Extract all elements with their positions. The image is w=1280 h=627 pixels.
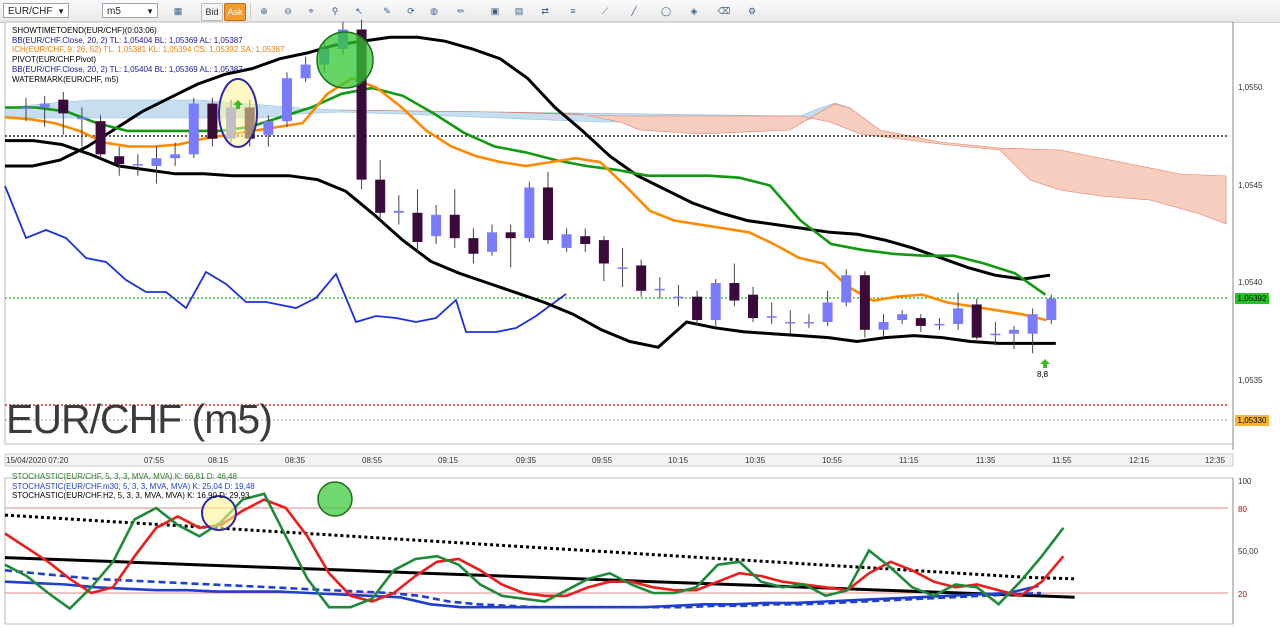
candle-body: [487, 232, 498, 252]
stoch-axis-label: 80: [1238, 505, 1247, 514]
stoch-legend-line: STOCHASTIC(EUR/CHF.H2, 5, 3, 3, MVA, MVA…: [12, 491, 250, 501]
stoch-legend-line: STOCHASTIC(EUR/CHF, 5, 3, 3, MVA, MVA) K…: [12, 472, 237, 481]
candle-body: [915, 318, 926, 326]
candle-body: [803, 322, 814, 324]
candle-body: [766, 316, 777, 318]
stoch-axis-label: 20: [1238, 590, 1247, 599]
time-axis-bar: [4, 453, 1234, 467]
candle-body: [617, 267, 628, 269]
candle-body: [132, 164, 143, 166]
price-axis-label: 1,0545: [1238, 181, 1263, 190]
candle-body: [412, 212, 423, 243]
candle-body: [151, 158, 162, 166]
candle-body: [281, 78, 292, 122]
time-axis-label: 09:55: [592, 456, 613, 465]
price-chart[interactable]: [0, 0, 1280, 627]
candle-body: [542, 187, 553, 241]
legend-line: BB(EUR/CHF.Close, 20, 2) TL: 1,05404 BL:…: [12, 64, 243, 74]
price-axis-label: 1,0550: [1238, 83, 1263, 92]
candle-body: [748, 294, 759, 319]
candle-body: [878, 322, 889, 330]
signal-ellipse-blue: [218, 78, 258, 148]
candle-body: [21, 107, 31, 109]
time-axis-label: 11:35: [976, 456, 996, 465]
candle-body: [673, 296, 684, 299]
time-axis-label: 07:55: [144, 456, 165, 465]
time-axis-label: 11:55: [1052, 456, 1072, 465]
stoch-signal-circle-green: [317, 481, 353, 517]
candle-body: [393, 210, 404, 213]
candle-body: [76, 117, 87, 120]
legend-line: PIVOT(EUR/CHF.Pivot): [12, 55, 97, 65]
time-axis-label: 10:35: [745, 456, 766, 465]
candle-body: [431, 214, 442, 237]
candle-body: [1046, 298, 1057, 321]
candle-body: [822, 302, 833, 322]
time-axis-label: 10:55: [822, 456, 843, 465]
time-axis-label: 15/04/2020 07:20: [6, 456, 69, 465]
time-axis-label: 11:15: [899, 456, 919, 465]
price-axis-label: 1,0540: [1238, 278, 1263, 287]
stoch-legend: STOCHASTIC(EUR/CHF, 5, 3, 3, MVA, MVA) K…: [12, 472, 255, 501]
candle-body: [39, 103, 50, 108]
pivot-price-tag: 1,05330: [1235, 415, 1269, 426]
candle-body: [841, 275, 852, 303]
legend-line: ICH(EUR/CHF, 9, 26, 52) TL: 1,05381 KL: …: [12, 45, 285, 55]
candle-body: [58, 99, 69, 114]
time-axis-label: 12:15: [1129, 456, 1150, 465]
time-axis-label: 08:15: [208, 456, 229, 465]
candle-body: [114, 156, 125, 165]
candle-body: [170, 154, 181, 159]
legend-line: SHOWTIMETOEND(EUR/CHF)(0:03:06): [12, 26, 157, 35]
candle-body: [95, 121, 106, 155]
watermark: EUR/CHF (m5): [6, 396, 273, 442]
candle-body: [654, 288, 665, 291]
legend-line: WATERMARK(EUR/CHF, m5): [12, 74, 119, 84]
stoch-axis-label: 50,00: [1238, 547, 1259, 556]
stoch-axis-label: 100: [1238, 477, 1252, 486]
candle-body: [636, 265, 647, 291]
candle-body: [971, 304, 982, 338]
stoch-legend-line: STOCHASTIC(EUR/CHF.m30, 5, 3, 3, MVA, MV…: [12, 481, 255, 491]
time-axis-label: 12:35: [1205, 456, 1226, 465]
candle-body: [375, 179, 386, 213]
candle-body: [859, 275, 870, 330]
time-axis-label: 09:35: [516, 456, 537, 465]
price-axis-label: 1,0535: [1238, 376, 1263, 385]
candle-body: [300, 64, 311, 79]
candle-body: [692, 296, 703, 321]
candle-body: [598, 240, 609, 264]
candle-body: [934, 323, 945, 326]
time-axis-label: 08:35: [285, 456, 306, 465]
candle-body: [449, 214, 460, 239]
candle-body: [263, 121, 274, 135]
candle-body: [561, 234, 572, 248]
current-price-tag: 1,05392: [1235, 293, 1269, 304]
main-legend: SHOWTIMETOEND(EUR/CHF)(0:03:06) BB(EUR/C…: [12, 26, 284, 84]
time-axis-label: 09:15: [438, 456, 459, 465]
signal-circle-green: [316, 31, 374, 89]
candle-body: [1027, 314, 1038, 334]
candle-body: [710, 283, 721, 321]
candle-body: [953, 308, 964, 324]
candle-body: [580, 236, 591, 244]
candle-body: [1009, 329, 1020, 334]
candle-body: [207, 103, 218, 139]
legend-line: BB(EUR/CHF.Close, 20, 2) TL: 1,05404 BL:…: [12, 35, 243, 45]
candle-body: [897, 314, 908, 321]
candle-body: [505, 232, 516, 239]
signal-label: 8,8: [1037, 370, 1049, 379]
candle-body: [468, 238, 479, 254]
candle-body: [729, 283, 740, 301]
main-pane: [4, 21, 1234, 445]
candle-body: [524, 187, 535, 239]
candle-body: [188, 103, 199, 155]
time-axis-label: 08:55: [362, 456, 383, 465]
candle-body: [785, 322, 796, 324]
candle-body: [990, 333, 1001, 336]
time-axis-label: 10:15: [668, 456, 689, 465]
